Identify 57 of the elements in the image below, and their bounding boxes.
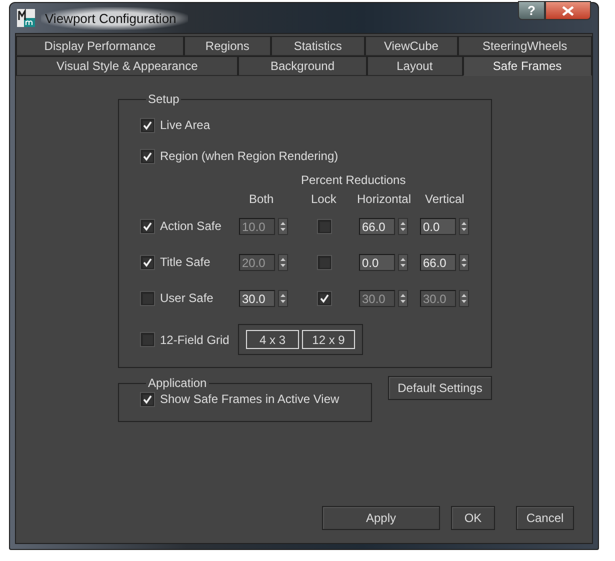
spinner-icon[interactable] — [278, 254, 288, 270]
column-header: Lock — [311, 192, 338, 206]
checkbox-label: 12-Field Grid — [160, 332, 230, 346]
lock-checkbox[interactable] — [318, 292, 331, 304]
spinner-icon[interactable] — [398, 218, 408, 234]
tab[interactable]: Statistics — [270, 36, 365, 56]
spinner-icon[interactable] — [398, 290, 408, 306]
checkbox[interactable] — [141, 292, 154, 304]
tab[interactable]: Background — [238, 56, 367, 76]
number-field[interactable]: 30.0 — [239, 290, 275, 306]
column-header: Horizontal — [357, 192, 412, 206]
checkbox[interactable] — [141, 150, 154, 162]
spinner-icon[interactable] — [398, 254, 408, 270]
checkbox[interactable] — [141, 256, 154, 268]
close-button[interactable] — [545, 1, 591, 20]
checkbox-label: Region (when Region Rendering) — [160, 149, 338, 163]
default-settings-button[interactable]: Default Settings — [388, 376, 492, 400]
spinner-icon[interactable] — [278, 218, 288, 234]
number-field[interactable]: 0.0 — [359, 254, 395, 270]
tab[interactable]: Safe Frames — [462, 56, 592, 76]
spinner-icon[interactable] — [459, 290, 469, 306]
tab[interactable]: Layout — [366, 56, 463, 76]
group-title: Setup — [147, 92, 180, 106]
dialog-button[interactable]: Apply — [322, 506, 440, 530]
window-title: Viewport Configuration — [41, 6, 188, 30]
checkbox-label: Action Safe — [160, 219, 222, 233]
checkbox[interactable] — [141, 333, 154, 346]
checkbox-label: User Safe — [160, 291, 214, 305]
column-header: Both — [249, 192, 275, 206]
spinner-icon[interactable] — [459, 218, 469, 234]
app-logo-icon — [17, 9, 35, 27]
checkbox-label: Title Safe — [160, 255, 210, 269]
group-heading: Percent Reductions — [301, 172, 407, 186]
tab[interactable]: SteeringWheels — [458, 36, 592, 56]
lock-checkbox[interactable] — [318, 256, 331, 268]
spinner-icon[interactable] — [459, 254, 469, 270]
number-field[interactable]: 66.0 — [420, 254, 456, 270]
dialog-button[interactable]: OK — [451, 506, 495, 530]
lock-checkbox[interactable] — [318, 220, 331, 232]
grid-ratio-button[interactable]: 4 x 3 — [246, 330, 299, 349]
dialog-button[interactable]: Cancel — [516, 506, 574, 530]
checkbox[interactable] — [141, 392, 154, 406]
tab[interactable]: Visual Style & Appearance — [16, 56, 238, 76]
checkbox[interactable] — [141, 220, 154, 232]
group-title: Application — [147, 376, 208, 390]
checkbox-label: Show Safe Frames in Active View — [160, 392, 340, 406]
grid-ratio-button[interactable]: 12 x 9 — [302, 330, 355, 349]
tab[interactable]: Display Performance — [16, 36, 184, 56]
checkbox[interactable] — [141, 118, 154, 132]
spinner-icon[interactable] — [278, 290, 288, 306]
number-field[interactable]: 66.0 — [359, 218, 395, 234]
number-field[interactable]: 0.0 — [420, 218, 456, 234]
tab[interactable]: Regions — [184, 36, 271, 56]
close-icon — [562, 6, 574, 16]
column-header: Vertical — [425, 192, 466, 206]
checkbox-label: Live Area — [160, 118, 210, 132]
tab[interactable]: ViewCube — [364, 36, 458, 56]
